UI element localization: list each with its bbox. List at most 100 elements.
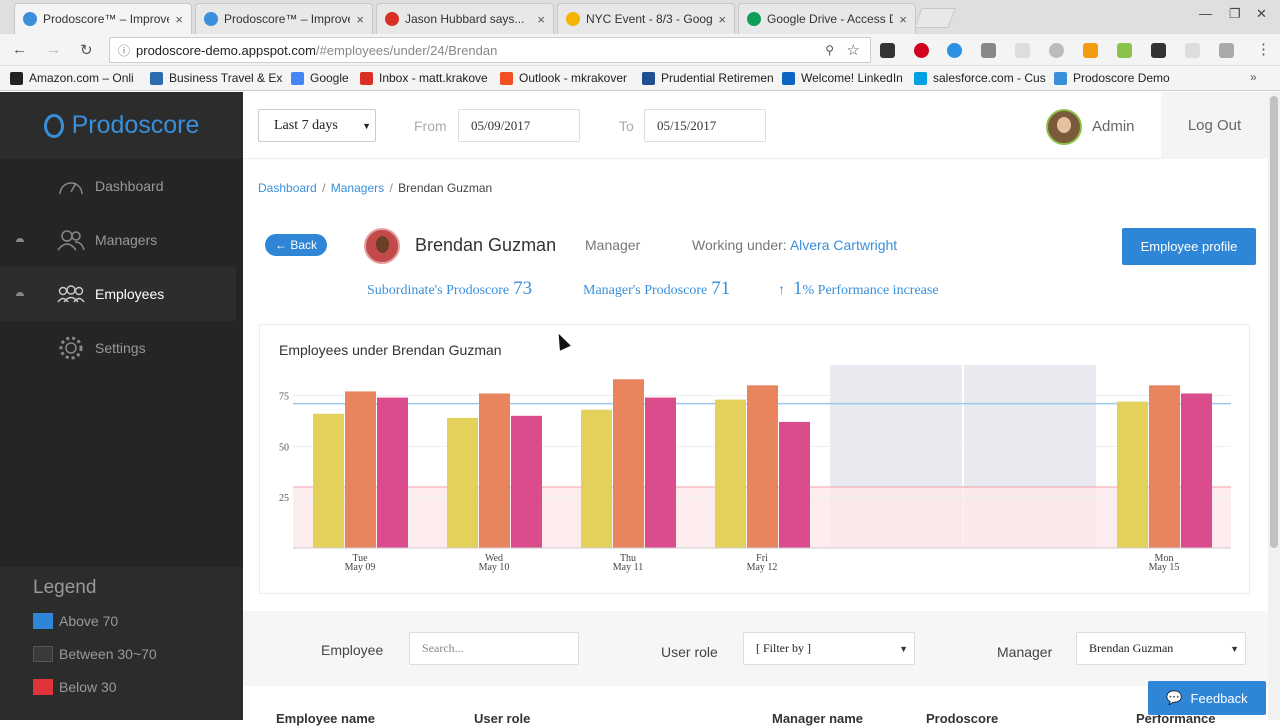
bar (345, 391, 376, 548)
manager-score: Manager's Prodoscore 71 (583, 278, 730, 300)
legend-item-above-70: Above 70 (33, 613, 118, 629)
menu-icon[interactable]: ⋮ (1256, 40, 1271, 58)
bookmark-item[interactable]: salesforce.com - Cus (914, 71, 1046, 85)
reload-icon[interactable]: ↻ (80, 41, 93, 59)
search-input[interactable]: Search... (409, 632, 579, 665)
bookmark-item[interactable]: Google (291, 71, 349, 85)
browser-tab[interactable]: Google Drive - Access D × (738, 3, 916, 34)
breadcrumb-dashboard[interactable]: Dashboard (258, 181, 317, 195)
close-tab-icon[interactable]: × (899, 12, 907, 27)
bookmark-item[interactable]: Amazon.com – Onli (10, 71, 134, 85)
extension-icon[interactable] (1151, 43, 1166, 58)
bar (479, 393, 510, 548)
breadcrumb-separator: / (322, 181, 326, 195)
x-tick-date: May 10 (479, 562, 510, 573)
logout-button[interactable]: Log Out (1161, 92, 1268, 159)
bookmark-item[interactable]: Outlook - mkrakover (500, 71, 627, 85)
legend-label: Above 70 (59, 613, 119, 629)
extension-icon[interactable] (1219, 43, 1234, 58)
close-tab-icon[interactable]: × (356, 12, 364, 27)
sidebar-item-managers[interactable]: Managers (0, 213, 236, 267)
sidebar-item-dashboard[interactable]: Dashboard (0, 159, 236, 213)
column-manager-name[interactable]: Manager name (772, 711, 863, 726)
feedback-button[interactable]: 💬 Feedback (1148, 681, 1266, 715)
from-date-input[interactable]: 05/09/2017 (458, 109, 580, 142)
extension-icon[interactable] (1083, 43, 1098, 58)
legend-label: Below 30 (59, 679, 117, 695)
close-tab-icon[interactable]: × (175, 12, 183, 27)
bookmark-item[interactable]: Prudential Retiremen (642, 71, 774, 85)
user-name[interactable]: Admin (1092, 118, 1135, 135)
more-bookmarks-icon[interactable]: » (1250, 70, 1257, 84)
browser-tab[interactable]: Prodoscore™ – Improve × (195, 3, 373, 34)
star-icon[interactable]: ☆ (847, 41, 860, 59)
minimize-icon[interactable]: — (1199, 6, 1212, 21)
column-prodoscore[interactable]: Prodoscore (926, 711, 998, 726)
to-date-input[interactable]: 05/15/2017 (644, 109, 766, 142)
date-range-select[interactable]: Last 7 days ▼ (258, 109, 376, 142)
bookmark-item[interactable]: Prodoscore Demo (1054, 71, 1170, 85)
subordinate-score-value: 73 (513, 278, 533, 299)
caret-down-icon: ▼ (362, 120, 371, 131)
extension-icon[interactable] (1015, 43, 1030, 58)
main-content: Dashboard / Managers / Brendan Guzman ← … (243, 159, 1268, 726)
windows-icon (500, 71, 513, 85)
back-button[interactable]: ← Back (265, 234, 327, 256)
browser-tab[interactable]: Prodoscore™ – Improve × (14, 3, 192, 34)
x-tick-date: May 09 (345, 562, 376, 573)
bar (511, 415, 542, 548)
extension-icon[interactable] (1117, 43, 1132, 58)
back-arrow-icon[interactable]: ← (12, 41, 27, 58)
sidebar-item-employees[interactable]: Employees (0, 267, 236, 321)
manager-select[interactable]: Brendan Guzman ▼ (1076, 632, 1246, 665)
y-tick-label: 50 (279, 442, 289, 453)
bookmark-item[interactable]: Business Travel & Ex (150, 71, 282, 85)
performance-value: 1 (793, 278, 803, 299)
subordinate-score-label: Subordinate's Prodoscore (367, 283, 510, 298)
close-window-icon[interactable]: ✕ (1256, 6, 1267, 22)
page-scrollbar[interactable] (1268, 92, 1280, 720)
browser-tab[interactable]: Jason Hubbard says... × (376, 3, 554, 34)
bookmark-item[interactable]: Inbox - matt.krakove (360, 71, 488, 85)
new-tab-button[interactable] (914, 8, 956, 28)
key-icon[interactable]: ⚲ (825, 43, 834, 57)
avatar[interactable] (1046, 109, 1082, 145)
user-role-select[interactable]: [ Filter by ] ▼ (743, 632, 915, 665)
scrollbar-thumb[interactable] (1270, 96, 1278, 548)
table-header: Employee name User role Manager name Pro… (243, 695, 1268, 726)
sidebar-item-label: Managers (95, 232, 158, 248)
column-user-role[interactable]: User role (474, 711, 530, 726)
extension-icon[interactable] (947, 43, 962, 58)
bar (1181, 393, 1212, 548)
sidebar-item-settings[interactable]: Settings (0, 321, 236, 375)
concur-icon (150, 71, 163, 85)
maximize-icon[interactable]: ❐ (1229, 6, 1241, 22)
browser-tab[interactable]: NYC Event - 8/3 - Googl × (557, 3, 735, 34)
to-label: To (619, 118, 634, 134)
breadcrumb-current: Brendan Guzman (398, 181, 493, 195)
brand-name: Prodoscore (71, 111, 200, 139)
breadcrumb-managers[interactable]: Managers (331, 181, 384, 195)
url-host: prodoscore-demo.appspot.com (136, 42, 316, 58)
extension-icon[interactable] (880, 43, 895, 58)
bookmark-label: salesforce.com - Cus (933, 71, 1046, 85)
opera-icon[interactable] (914, 43, 929, 58)
column-employee-name[interactable]: Employee name (276, 711, 375, 726)
bookmark-label: Outlook - mkrakover (519, 71, 628, 85)
url-input[interactable]: ⓘ prodoscore-demo.appspot.com/#employees… (109, 37, 871, 63)
extension-icon[interactable] (1049, 43, 1064, 58)
employee-profile-button[interactable]: Employee profile (1122, 228, 1256, 265)
working-under-link[interactable]: Alvera Cartwright (790, 237, 897, 253)
performance-increase: ↑ 1% Performance increase (778, 278, 939, 300)
bookmark-item[interactable]: Welcome! LinkedIn (782, 71, 903, 85)
forward-arrow-icon[interactable]: → (46, 41, 61, 58)
close-tab-icon[interactable]: × (718, 12, 726, 27)
close-tab-icon[interactable]: × (537, 12, 545, 27)
extension-icon[interactable] (981, 43, 996, 58)
performance-label: % Performance increase (802, 283, 939, 298)
extension-icon[interactable] (1185, 43, 1200, 58)
legend-title: Legend (33, 577, 97, 598)
brand-logo[interactable]: Prodoscore (0, 92, 243, 159)
bookmarks-bar: Amazon.com – Onli Business Travel & Ex Goo… (0, 66, 1280, 91)
slides-icon (566, 12, 580, 26)
